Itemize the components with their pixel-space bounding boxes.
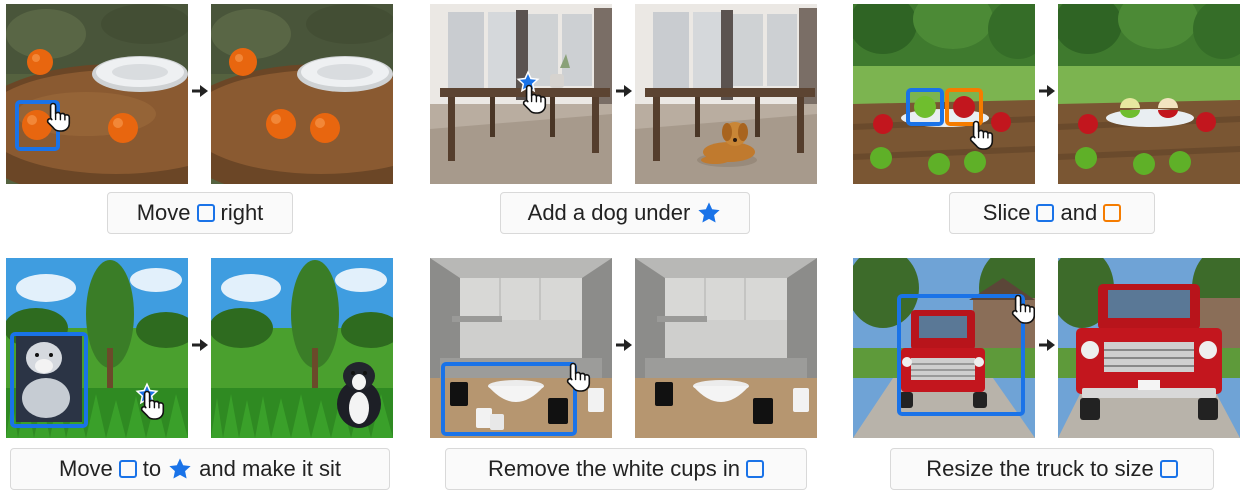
- example-resize-truck: Resize the truck to size: [853, 258, 1241, 498]
- after-image: [635, 4, 817, 184]
- blue-box-icon: [196, 204, 215, 222]
- caption: Resize the truck to size: [890, 448, 1214, 490]
- caption-text: Slice: [982, 200, 1031, 225]
- caption-text: Remove the white cups in: [488, 456, 740, 481]
- blue-box-icon: [745, 460, 764, 478]
- arrow-icon: [616, 339, 632, 351]
- after-image: [635, 258, 817, 438]
- caption-text: Move: [136, 200, 191, 225]
- caption: Add a dog under: [500, 192, 750, 234]
- caption-text: and: [1060, 200, 1098, 225]
- blue-box-icon: [1036, 204, 1055, 222]
- before-image: [6, 4, 188, 184]
- before-image: [853, 258, 1035, 438]
- arrow-icon: [616, 85, 632, 97]
- example-slice-apples: Slice and: [853, 4, 1241, 244]
- blue-box-icon: [118, 460, 137, 478]
- arrow-icon: [1039, 339, 1055, 351]
- orange-box-icon: [1103, 204, 1122, 222]
- blue-star-icon: [698, 202, 720, 223]
- caption-text: right: [220, 200, 264, 225]
- after-image: [1058, 4, 1240, 184]
- caption: Remove the white cups in: [445, 448, 807, 490]
- before-image: [853, 4, 1035, 184]
- caption: Move right: [107, 192, 293, 234]
- arrow-icon: [1039, 85, 1055, 97]
- arrow-icon: [192, 85, 208, 97]
- caption-text: Resize the truck to size: [926, 456, 1154, 481]
- caption: Move to and make it sit: [10, 448, 390, 490]
- caption: Slice and: [949, 192, 1155, 234]
- arrow-icon: [192, 339, 208, 351]
- blue-box-icon: [1159, 460, 1178, 478]
- example-remove-cups: Remove the white cups in: [430, 258, 820, 498]
- before-image: [430, 258, 612, 438]
- before-image: [6, 258, 188, 438]
- caption-text: and make it sit: [199, 456, 341, 481]
- caption-text: Add a dog under: [527, 200, 691, 225]
- after-image: [211, 4, 393, 184]
- blue-star-icon: [169, 458, 191, 479]
- caption-text: to: [142, 456, 162, 481]
- after-image: [1058, 258, 1240, 438]
- example-add-dog: Add a dog under: [430, 4, 820, 244]
- example-move-dog-sit: Move to and make it sit: [6, 258, 396, 498]
- after-image: [211, 258, 393, 438]
- example-move-orange: Move right: [6, 4, 396, 244]
- caption-text: Move: [59, 456, 113, 481]
- before-image: [430, 4, 612, 184]
